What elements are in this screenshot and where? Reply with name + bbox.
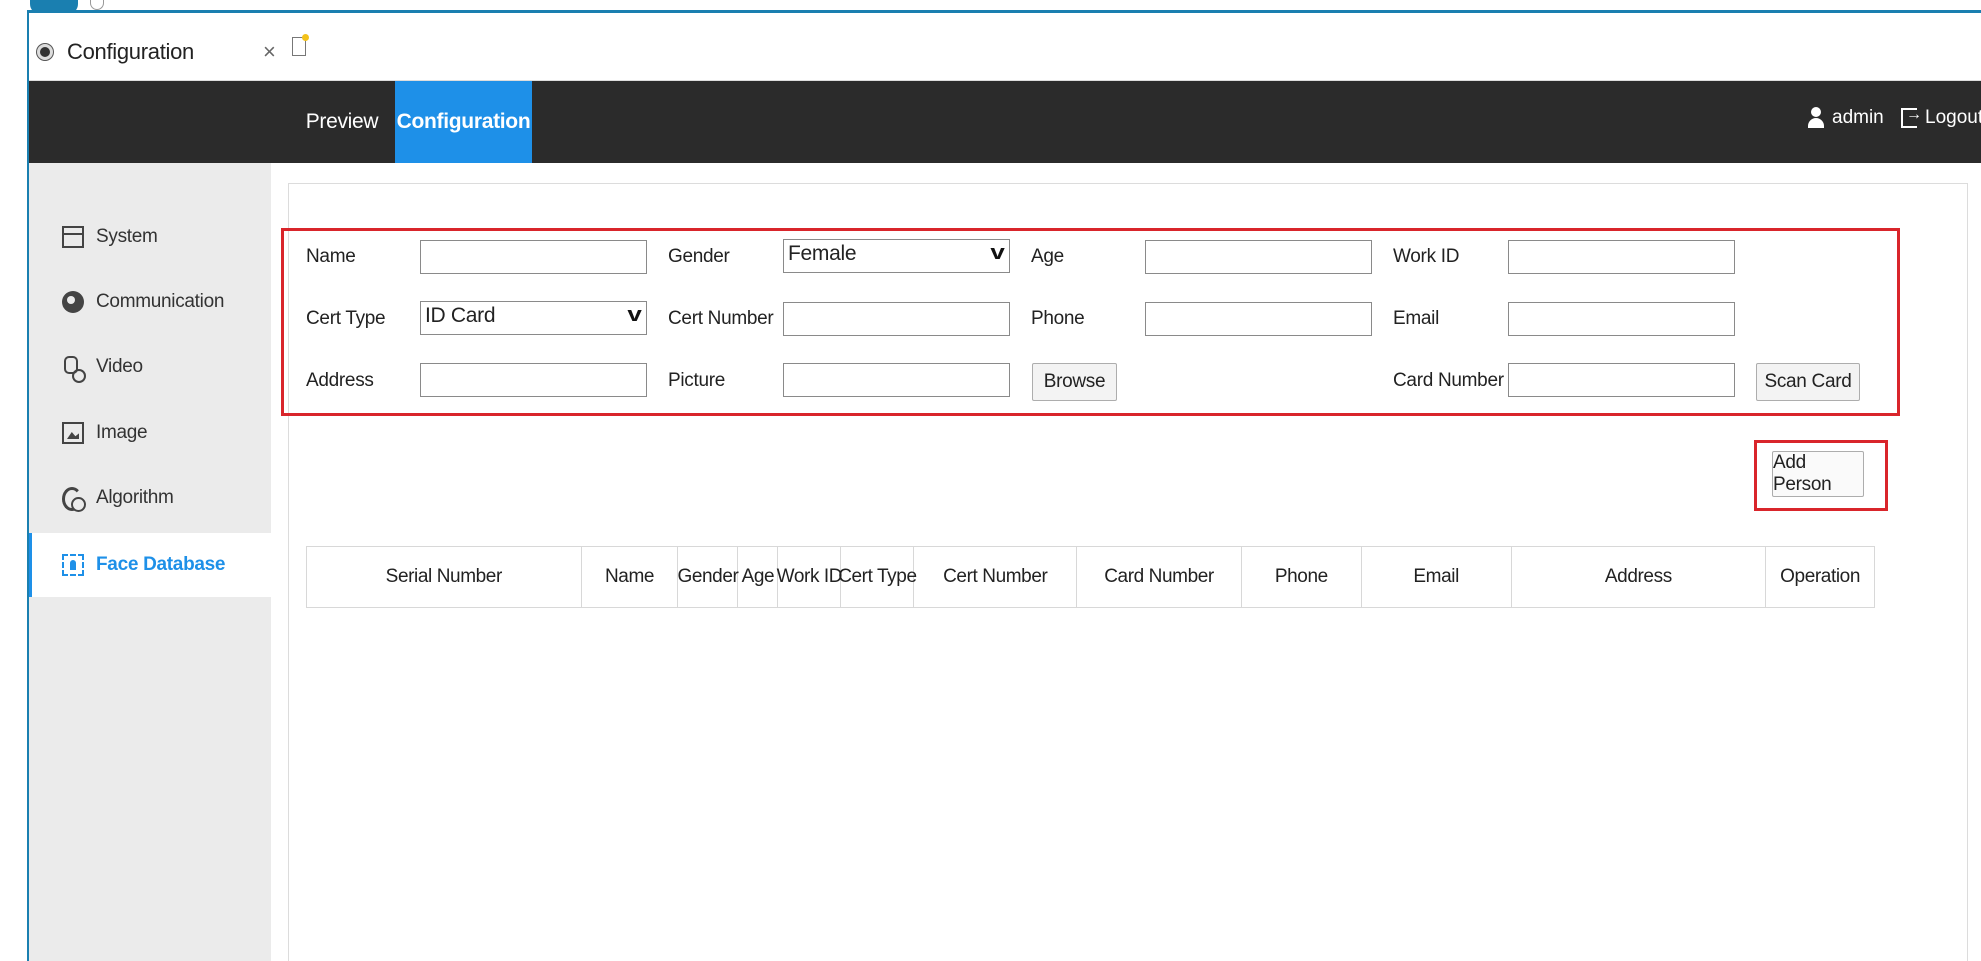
- sidebar-item-face-database[interactable]: Face Database: [29, 533, 271, 597]
- new-tab-icon[interactable]: [292, 34, 309, 56]
- camera-favicon-icon: [37, 44, 53, 60]
- browse-button[interactable]: Browse: [1032, 363, 1117, 401]
- image-icon: [62, 422, 84, 444]
- sidebar-item-label: System: [96, 226, 158, 247]
- logout-button[interactable]: Logout: [1901, 106, 1981, 129]
- card-number-field[interactable]: [1508, 363, 1735, 397]
- name-label: Name: [306, 246, 356, 267]
- app-header: Preview Configuration admin Logout: [29, 81, 1981, 163]
- name-field[interactable]: [420, 240, 647, 274]
- communication-icon: [62, 291, 84, 313]
- nav-tab-preview[interactable]: Preview: [287, 81, 397, 163]
- sidebar-item-communication[interactable]: Communication: [29, 270, 271, 334]
- sidebar-item-system[interactable]: System: [29, 205, 271, 269]
- address-field[interactable]: [420, 363, 647, 397]
- column-header-age[interactable]: Age: [738, 547, 779, 607]
- column-header-cert-number[interactable]: Cert Number: [914, 547, 1078, 607]
- cert-type-select-value: ID Card: [425, 304, 496, 327]
- picture-label: Picture: [668, 370, 726, 391]
- card-number-label: Card Number: [1393, 370, 1504, 391]
- gender-select[interactable]: Female v: [783, 239, 1010, 273]
- phone-label: Phone: [1031, 308, 1085, 329]
- column-header-email[interactable]: Email: [1362, 547, 1512, 607]
- address-label: Address: [306, 370, 374, 391]
- face-database-icon: [62, 554, 84, 576]
- screen-left-edge: [0, 0, 28, 961]
- picture-field[interactable]: [783, 363, 1010, 397]
- work-id-field[interactable]: [1508, 240, 1735, 274]
- cert-number-field[interactable]: [783, 302, 1010, 336]
- video-icon: [62, 356, 86, 383]
- system-icon: [62, 226, 84, 248]
- age-label: Age: [1031, 246, 1064, 267]
- sidebar-item-algorithm[interactable]: Algorithm: [29, 466, 271, 530]
- logout-label: Logout: [1925, 107, 1981, 128]
- user-name: admin: [1832, 107, 1884, 128]
- email-label: Email: [1393, 308, 1440, 329]
- column-header-gender[interactable]: Gender: [677, 547, 739, 607]
- sidebar-item-label: Image: [96, 422, 148, 443]
- algorithm-icon: [62, 487, 86, 512]
- sidebar-item-label: Video: [96, 356, 143, 377]
- person-table-header: Serial Number Name Gender Age Work ID Ce…: [306, 546, 1875, 608]
- column-header-work-id[interactable]: Work ID: [777, 547, 843, 607]
- scan-card-button[interactable]: Scan Card: [1756, 363, 1860, 401]
- cert-type-select[interactable]: ID Card v: [420, 301, 647, 335]
- gender-label: Gender: [668, 246, 730, 267]
- gender-select-value: Female: [788, 242, 857, 265]
- add-person-button[interactable]: Add Person: [1772, 451, 1864, 497]
- chevron-down-icon: v: [990, 242, 1005, 264]
- phone-field[interactable]: [1145, 302, 1372, 336]
- column-header-phone[interactable]: Phone: [1242, 547, 1362, 607]
- column-header-card-number[interactable]: Card Number: [1077, 547, 1242, 607]
- sidebar-item-label: Face Database: [96, 554, 226, 575]
- user-menu[interactable]: admin: [1808, 107, 1884, 129]
- column-header-serial-number[interactable]: Serial Number: [307, 547, 582, 607]
- column-header-name[interactable]: Name: [582, 547, 679, 607]
- logout-icon: [1901, 106, 1922, 128]
- tab-close-icon[interactable]: ×: [263, 39, 276, 65]
- work-id-label: Work ID: [1393, 246, 1460, 267]
- sidebar: System Communication Video Image Algorit…: [29, 163, 271, 961]
- column-header-operation[interactable]: Operation: [1766, 547, 1874, 607]
- sidebar-item-video[interactable]: Video: [29, 335, 271, 399]
- sidebar-item-image[interactable]: Image: [29, 401, 271, 465]
- column-header-cert-type[interactable]: Cert Type: [838, 547, 917, 607]
- user-icon: [1808, 107, 1824, 129]
- nav-tab-configuration[interactable]: Configuration: [395, 81, 532, 163]
- cert-number-label: Cert Number: [668, 308, 774, 329]
- chevron-down-icon: v: [627, 304, 642, 326]
- age-field[interactable]: [1145, 240, 1372, 274]
- column-header-address[interactable]: Address: [1512, 547, 1767, 607]
- email-field[interactable]: [1508, 302, 1735, 336]
- sidebar-item-label: Algorithm: [96, 487, 174, 508]
- browser-tab-title: Configuration: [67, 39, 194, 64]
- sidebar-item-label: Communication: [96, 291, 225, 312]
- cert-type-label: Cert Type: [306, 308, 386, 329]
- browser-tab-bar: Configuration ×: [29, 13, 1981, 81]
- browser-tab[interactable]: Configuration ×: [29, 27, 287, 77]
